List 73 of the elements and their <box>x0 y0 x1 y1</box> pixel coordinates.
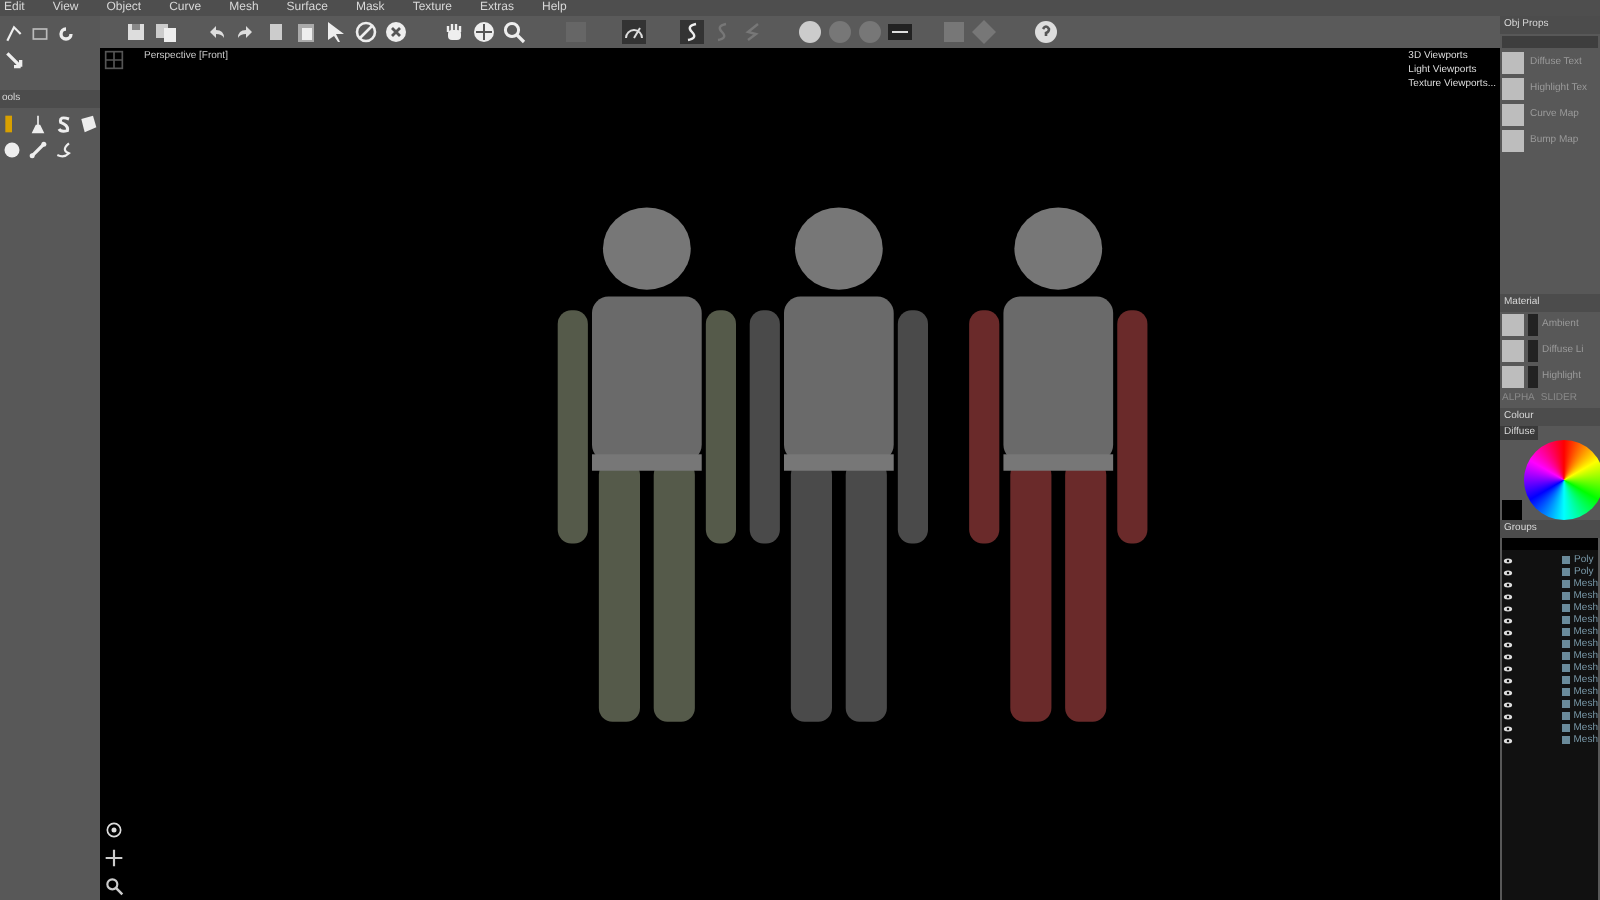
save-icon[interactable] <box>124 20 148 44</box>
material-swatch[interactable] <box>1502 314 1524 336</box>
colour-swatch[interactable] <box>1528 366 1538 388</box>
prohibited-icon[interactable] <box>354 20 378 44</box>
curve-icon[interactable] <box>53 140 73 160</box>
eye-icon[interactable] <box>1502 687 1514 697</box>
hand-icon[interactable] <box>442 20 466 44</box>
target-icon[interactable] <box>104 820 124 840</box>
group-swatch[interactable] <box>1561 664 1570 672</box>
colour-swatch[interactable] <box>1502 500 1522 520</box>
group-swatch[interactable] <box>1561 592 1570 600</box>
group-swatch[interactable] <box>1561 652 1570 660</box>
help-icon[interactable] <box>1034 20 1058 44</box>
group-swatch[interactable] <box>1562 568 1570 576</box>
search-icon[interactable] <box>502 20 526 44</box>
group-swatch[interactable] <box>1561 736 1570 744</box>
eye-icon[interactable] <box>1502 603 1514 613</box>
texture-swatch[interactable] <box>1502 130 1524 152</box>
group-swatch[interactable] <box>1561 724 1570 732</box>
group-swatch[interactable] <box>1561 700 1570 708</box>
clipboard-icon[interactable] <box>294 20 318 44</box>
group-swatch[interactable] <box>1562 556 1570 564</box>
group-swatch[interactable] <box>1561 676 1570 684</box>
eye-icon[interactable] <box>1502 723 1514 733</box>
group-swatch[interactable] <box>1561 604 1570 612</box>
group-swatch[interactable] <box>1561 580 1570 588</box>
group-swatch[interactable] <box>1561 628 1570 636</box>
colour-wheel[interactable] <box>1524 440 1600 520</box>
blob-icon[interactable] <box>78 114 99 134</box>
sphere-icon[interactable] <box>2 140 22 160</box>
eye-icon[interactable] <box>1502 651 1514 661</box>
eye-icon[interactable] <box>1502 735 1514 745</box>
input-field[interactable] <box>1502 36 1598 48</box>
eye-icon[interactable] <box>1502 627 1514 637</box>
scale-icon[interactable] <box>4 50 24 70</box>
curve-icon[interactable] <box>680 20 704 44</box>
viewport-icon[interactable] <box>30 24 50 44</box>
eye-icon[interactable] <box>1502 615 1514 625</box>
search-icon[interactable] <box>104 876 124 896</box>
texture-swatch[interactable] <box>1502 52 1524 74</box>
redo-icon[interactable] <box>234 20 258 44</box>
colour-swatch[interactable] <box>1528 314 1538 336</box>
bone-icon[interactable] <box>27 140 48 160</box>
document-icon[interactable] <box>264 20 288 44</box>
group-swatch[interactable] <box>1561 712 1570 720</box>
material-swatch[interactable] <box>1502 340 1524 362</box>
eye-icon[interactable] <box>1502 663 1514 673</box>
eye-icon[interactable] <box>1502 699 1514 709</box>
eye-icon[interactable] <box>1502 675 1514 685</box>
eye-icon[interactable] <box>1502 579 1514 589</box>
brush-icon[interactable] <box>27 114 48 134</box>
pointer-icon[interactable] <box>324 20 348 44</box>
texture-swatch[interactable] <box>1502 104 1524 126</box>
gauge-icon[interactable] <box>622 20 646 44</box>
colour-swatch[interactable] <box>1528 340 1538 362</box>
move-icon[interactable] <box>472 20 496 44</box>
texture-swatch[interactable] <box>1502 78 1524 100</box>
tool-icon[interactable] <box>4 24 24 44</box>
s-curve-icon[interactable] <box>53 114 73 134</box>
eye-icon[interactable] <box>1502 711 1514 721</box>
input-field[interactable] <box>1502 538 1598 550</box>
group-swatch[interactable] <box>1561 640 1570 648</box>
eye-icon[interactable] <box>1502 591 1514 601</box>
sphere-icon[interactable] <box>798 20 822 44</box>
group-swatch[interactable] <box>1561 616 1570 624</box>
eye-icon[interactable] <box>1502 555 1514 565</box>
rotate-icon[interactable] <box>56 24 76 44</box>
close-icon[interactable] <box>384 20 408 44</box>
eye-icon[interactable] <box>1502 567 1514 577</box>
group-swatch[interactable] <box>1561 688 1570 696</box>
eye-icon[interactable] <box>1502 639 1514 649</box>
material-swatch[interactable] <box>1502 366 1524 388</box>
copy-icon[interactable] <box>154 20 178 44</box>
